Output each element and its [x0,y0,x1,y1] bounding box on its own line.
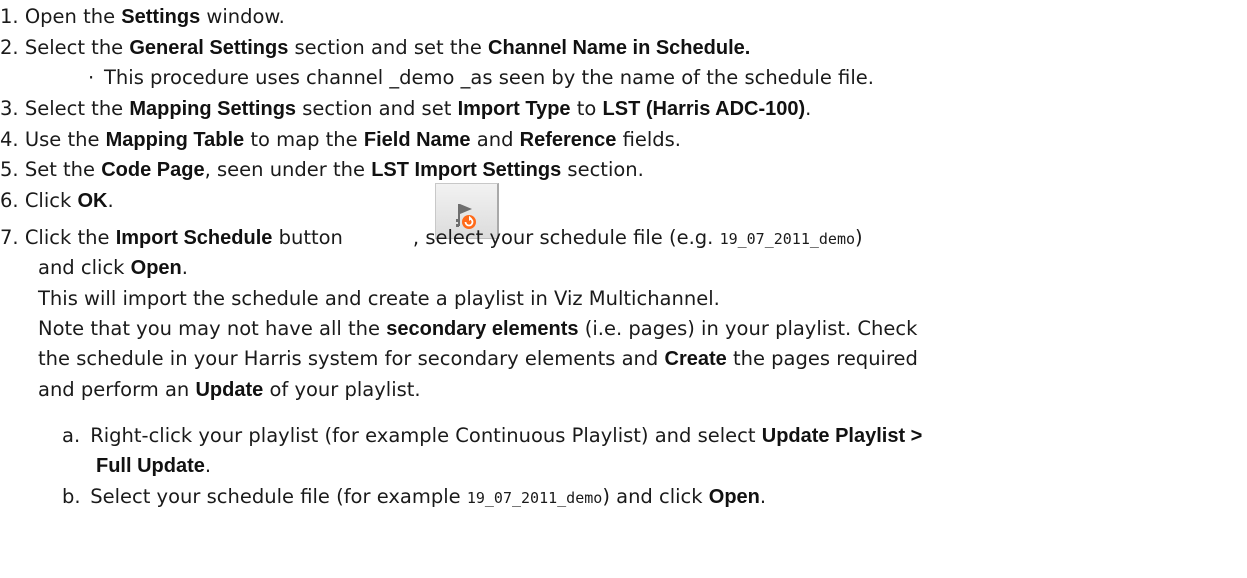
step-7-note-1: Note that you may not have all the secon… [38,317,918,340]
step-3: 3. Select the Mapping Settings section a… [0,97,812,120]
step-6: 6. Click OK. [0,189,114,212]
step-7: 7. Click the Import Schedule button, sel… [0,226,863,249]
step-7-line-2: and click Open. [38,256,188,279]
step-7a: a. Right-click your playlist (for exampl… [62,424,923,447]
flag-pole [458,204,460,226]
step-7-note-3: and perform an Update of your playlist. [38,378,421,401]
schedule-filename: 19_07_2011_demo [719,230,856,248]
settings-label: Settings [121,6,201,28]
step-7-note-2: the schedule in your Harris system for s… [38,347,918,370]
flag [460,204,472,214]
step-2-bullet: · This procedure uses channel _demo _as s… [88,66,874,89]
step-4: 4. Use the Mapping Table to map the Fiel… [0,128,682,151]
step-1: 1. Open the Settings window. [0,5,285,28]
step-7-line-3: This will import the schedule and create… [38,287,720,310]
document-page: 1. Open the Settings window. 2. Select t… [0,0,1247,578]
step-7a-line-2: Full Update. [96,454,212,477]
step-2: 2. Select the General Settings section a… [0,36,751,59]
step-7b: b. Select your schedule file (for exampl… [62,485,767,508]
step-5: 5. Set the Code Page, seen under the LST… [0,158,644,181]
